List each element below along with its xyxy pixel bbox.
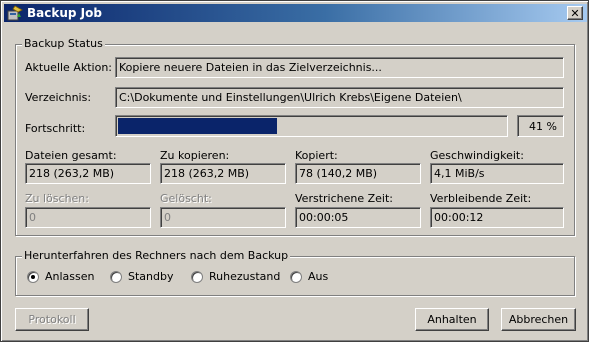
progress-fill xyxy=(118,118,277,134)
title-bar[interactable]: Backup Job ✕ xyxy=(4,4,587,22)
window-title: Backup Job xyxy=(27,6,102,20)
shutdown-group: Herunterfahren des Rechners nach dem Bac… xyxy=(15,249,575,296)
to-copy-field: 218 (263,2 MB) xyxy=(160,163,286,184)
copied-field: 78 (140,2 MB) xyxy=(295,163,421,184)
close-button[interactable]: ✕ xyxy=(567,6,583,20)
radio-hibernate-label: Ruhezustand xyxy=(209,270,281,283)
current-action-label: Aktuelle Aktion: xyxy=(25,61,112,74)
speed-field: 4,1 MiB/s xyxy=(430,163,564,184)
directory-label: Verzeichnis: xyxy=(25,91,92,104)
to-delete-label: Zu löschen: xyxy=(25,192,89,205)
radio-off[interactable]: Aus xyxy=(290,270,328,283)
total-files-field: 218 (263,2 MB) xyxy=(25,163,151,184)
backup-status-group: Backup Status Aktuelle Aktion: Kopiere n… xyxy=(15,37,575,236)
to-delete-field: 0 xyxy=(25,207,151,228)
radio-button-icon xyxy=(191,270,203,283)
deleted-label: Gelöscht: xyxy=(160,192,212,205)
radio-standby-label: Standby xyxy=(128,270,174,283)
directory-field: C:\Dokumente und Einstellungen\Ulrich Kr… xyxy=(115,87,564,108)
to-copy-label: Zu kopieren: xyxy=(160,149,230,162)
cancel-button[interactable]: Abbrechen xyxy=(501,308,576,331)
copied-label: Kopiert: xyxy=(295,149,338,162)
backup-status-title: Backup Status xyxy=(22,37,105,50)
pause-button[interactable]: Anhalten xyxy=(415,308,489,331)
progress-label: Fortschritt: xyxy=(25,122,86,135)
radio-keep-on-label: Anlassen xyxy=(45,270,95,283)
radio-hibernate[interactable]: Ruhezustand xyxy=(191,270,280,283)
elapsed-time-label: Verstrichene Zeit: xyxy=(295,192,393,205)
radio-off-label: Aus xyxy=(308,270,329,283)
remaining-time-field: 00:00:12 xyxy=(430,207,564,228)
radio-button-icon xyxy=(110,270,122,283)
log-button[interactable]: Protokoll xyxy=(15,308,89,331)
radio-button-icon xyxy=(27,270,39,283)
speed-label: Geschwindigkeit: xyxy=(430,149,524,162)
elapsed-time-field: 00:00:05 xyxy=(295,207,421,228)
progress-percent: 41 % xyxy=(517,115,564,137)
remaining-time-label: Verbleibende Zeit: xyxy=(430,192,532,205)
radio-button-icon xyxy=(290,270,302,283)
deleted-field: 0 xyxy=(160,207,286,228)
backup-app-icon xyxy=(7,5,23,21)
backup-job-window: Backup Job ✕ Backup Status Aktuelle Akti… xyxy=(0,0,589,342)
shutdown-title: Herunterfahren des Rechners nach dem Bac… xyxy=(22,249,291,262)
current-action-field: Kopiere neuere Dateien in das Zielverzei… xyxy=(115,57,564,78)
radio-standby[interactable]: Standby xyxy=(110,270,173,283)
total-files-label: Dateien gesamt: xyxy=(25,149,117,162)
radio-keep-on[interactable]: Anlassen xyxy=(27,270,95,283)
progress-bar xyxy=(115,115,508,137)
